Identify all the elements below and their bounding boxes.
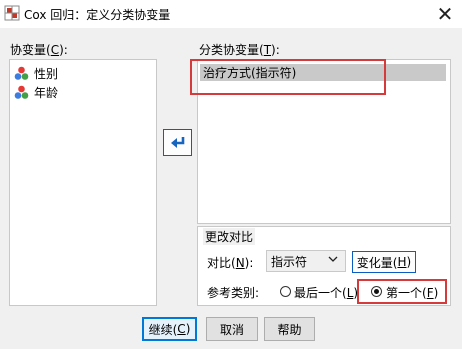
change-button-key: H bbox=[397, 255, 407, 269]
radio-last-prefix: 最后一个( bbox=[294, 286, 347, 300]
covariates-label-prefix: 协变量( bbox=[10, 43, 51, 57]
reference-category-label: 参考类别: bbox=[207, 286, 260, 300]
contrast-select-value: 指示符 bbox=[271, 255, 308, 269]
change-button[interactable]: 变化量(H) bbox=[352, 251, 416, 273]
continue-button[interactable]: 继续(C) bbox=[142, 317, 197, 341]
change-contrast-title: 更改对比 bbox=[203, 228, 256, 245]
list-item-age[interactable]: 年龄 bbox=[14, 83, 58, 101]
list-item-label: 年龄 bbox=[34, 85, 59, 100]
continue-key: C bbox=[177, 322, 186, 336]
categorical-label-suffix: ): bbox=[271, 43, 280, 57]
change-button-suffix: ) bbox=[406, 255, 412, 269]
nominal-variable-icon bbox=[14, 66, 29, 80]
covariates-label-key: C bbox=[50, 43, 60, 57]
list-item-gender[interactable]: 性别 bbox=[14, 64, 58, 82]
contrast-label-key: N bbox=[235, 256, 245, 270]
continue-suffix: ) bbox=[185, 322, 191, 336]
help-button[interactable]: 帮助 bbox=[264, 317, 315, 341]
contrast-label-suffix: ): bbox=[244, 256, 254, 270]
categorical-label-key: T bbox=[263, 43, 272, 57]
highlight-box bbox=[190, 59, 386, 95]
chevron-down-icon bbox=[328, 256, 338, 262]
window-title: Cox 回归：定义分类协变量 bbox=[24, 8, 171, 22]
move-variable-button[interactable] bbox=[163, 129, 192, 156]
close-button[interactable]: ✕ bbox=[428, 0, 462, 28]
spss-app-icon bbox=[4, 5, 20, 21]
continue-prefix: 继续( bbox=[148, 322, 178, 337]
list-item-label: 性别 bbox=[34, 66, 59, 81]
nominal-variable-icon bbox=[14, 85, 29, 99]
categorical-label-prefix: 分类协变量( bbox=[199, 43, 264, 57]
contrast-label-prefix: 对比( bbox=[207, 256, 236, 270]
contrast-label: 对比(N): bbox=[207, 254, 253, 271]
radio-last[interactable] bbox=[280, 286, 291, 297]
covariates-label-suffix: ): bbox=[59, 43, 68, 57]
highlight-box bbox=[357, 279, 447, 304]
cancel-button[interactable]: 取消 bbox=[206, 317, 258, 341]
covariates-list[interactable]: 性别 年龄 bbox=[9, 59, 157, 306]
radio-last-label[interactable]: 最后一个(L) bbox=[294, 284, 358, 301]
covariates-label: 协变量(C): bbox=[10, 41, 68, 58]
categorical-covariates-label: 分类协变量(T): bbox=[199, 41, 280, 58]
arrow-left-icon bbox=[170, 136, 184, 148]
close-icon[interactable]: ✕ bbox=[437, 2, 454, 26]
change-button-prefix: 变化量( bbox=[356, 255, 398, 270]
